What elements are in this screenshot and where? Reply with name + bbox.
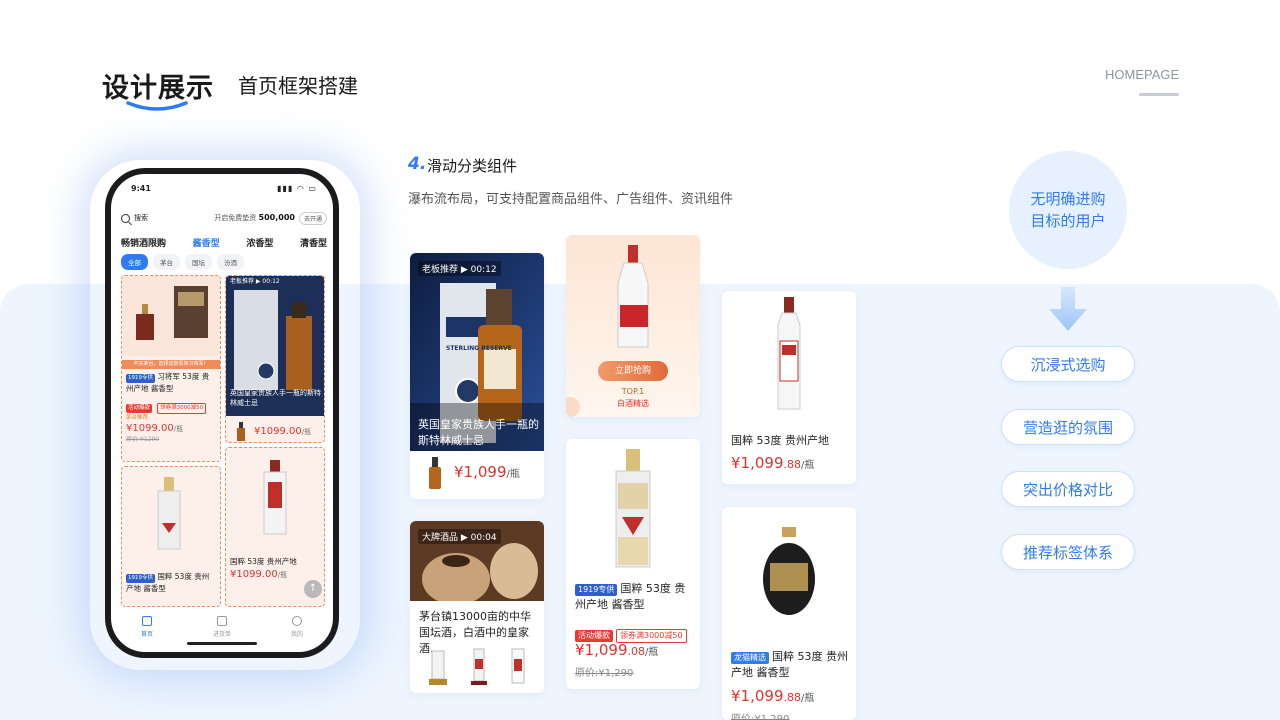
tabbar-mine[interactable]: 我的 (291, 616, 303, 652)
product-recommend: 茅台推荐 (126, 415, 149, 421)
product-card-video[interactable]: 老板推荐 ▶ 00:12 英国皇家贵族人手一瓶的斯特林威士忌 ¥1099.00/… (225, 275, 325, 443)
video-card-whisky[interactable]: 老板推荐 ▶ 00:12 STERLING RESERVE 英国皇家贵族人手一瓶… (410, 253, 544, 499)
product-name: 龙猫精选 国粹 53度 贵州产地 酱香型 (731, 650, 848, 679)
product-promos: 活动爆款 领券满3000减50 (575, 623, 690, 643)
bottle-thumb (429, 457, 441, 489)
rank-category: 白酒精选 (617, 399, 649, 408)
promo-text: 开启免费垫资 500,000 (214, 213, 295, 222)
product-orig-price: 原价:¥1290 (126, 436, 160, 443)
status-icons: ▮▮▮ ◠ ▭ (277, 184, 317, 193)
flow-item-tag-system: 推荐标签体系 (1001, 534, 1135, 570)
user-icon (291, 616, 302, 626)
flow-item-immersive: 沉浸式选购 (1001, 346, 1135, 382)
bottom-tabbar: 首页 进货单 我的 (111, 610, 333, 652)
search-row: 搜索 开启免费垫资 500,000 去开通 (121, 210, 327, 226)
product-name: 1919专供 习将军 53度 贵州产地 酱香型 (126, 372, 210, 393)
video-tag: 老板推荐 ▶ 00:12 (418, 261, 501, 276)
phone-mockup: 9:41 ▮▮▮ ◠ ▭ 搜索 开启免费垫资 500,000 去开通 畅销酒限购… (105, 168, 339, 658)
decor-circle (566, 397, 580, 417)
page: 设计展示 首页框架搭建 HOMEPAGE 9:41 ▮▮▮ ◠ ▭ 搜索 开启免… (0, 0, 1280, 720)
search-input[interactable]: 搜索 (134, 213, 148, 223)
tab-qingxiang[interactable]: 清香型 (300, 236, 327, 249)
product-banner: 不买茅台，选择这款贵族习将军！ (122, 360, 220, 369)
product-image (122, 467, 220, 567)
product-orig-price: 原价:¥1,290 (575, 668, 634, 679)
homepage-label: HOMEPAGE (1105, 67, 1180, 82)
brand-label: STERLING RESERVE (446, 345, 512, 352)
promo-open-button[interactable]: 去开通 (298, 211, 327, 225)
video-tag: 老板推荐 ▶ 00:12 (230, 278, 280, 285)
video-caption: 英国皇家贵族人手一瓶的斯特林威士忌 (230, 389, 321, 407)
product-card[interactable]: 国粹 53度 贵州产地 ¥1099.00/瓶 ↑ (225, 447, 325, 607)
sub-tabs: 全部 茅台 国坛 汾酒 (121, 254, 244, 270)
tabbar-cart[interactable]: 进货单 (213, 616, 231, 652)
product-card[interactable]: 不买茅台，选择这款贵族习将军！ 1919专供 习将军 53度 贵州产地 酱香型 … (121, 275, 221, 462)
subtab-guotan[interactable]: 国坛 (185, 254, 212, 270)
arrow-down-icon (1049, 287, 1087, 331)
product-card-guotan[interactable]: 龙猫精选 国粹 53度 贵州产地 酱香型 ¥1,099.88/瓶 原价:¥1,29… (722, 507, 856, 720)
phone-screen: 9:41 ▮▮▮ ◠ ▭ 搜索 开启免费垫资 500,000 去开通 畅销酒限购… (111, 174, 333, 652)
product-name: 国粹 53度 贵州产地 (731, 434, 829, 447)
subtab-fenjiu[interactable]: 汾酒 (217, 254, 244, 270)
product-image (226, 448, 324, 552)
product-grid: 不买茅台，选择这款贵族习将军！ 1919专供 习将军 53度 贵州产地 酱香型 … (121, 275, 327, 607)
product-promos: 活动爆款 领券满3000减50 (126, 394, 216, 414)
ad-card[interactable]: 立即抢购 TOP.1 白酒精选 (566, 235, 700, 417)
category-tabs: 畅销酒限购 酱香型 浓香型 清香型 (121, 236, 327, 249)
flow-item-atmosphere: 营造逛的氛围 (1001, 409, 1135, 445)
product-image (122, 276, 220, 356)
product-image (763, 527, 815, 615)
product-image (777, 297, 801, 410)
buy-now-button[interactable]: 立即抢购 (598, 361, 668, 381)
product-orig-price: 原价:¥1,290 (731, 714, 790, 720)
section-description: 瀑布流布局，可支持配置商品组件、广告组件、资讯组件 (408, 192, 734, 207)
home-indicator (187, 642, 257, 645)
product-card[interactable]: 1919专供 国粹 53度 贵州产地 酱香型 (121, 466, 221, 607)
video-card-guotan[interactable]: 大牌酒品 ▶ 00:04 茅台镇13000亩的中华国坛酒，白酒中的皇家酒... (410, 521, 544, 693)
subtab-maotai[interactable]: 茅台 (153, 254, 180, 270)
flow-item-price-compare: 突出价格对比 (1001, 471, 1135, 507)
rank-label: TOP.1 (621, 387, 645, 396)
product-price: ¥1,099.08/瓶 (575, 641, 659, 659)
product-image (615, 449, 651, 568)
card-price: ¥1,099/瓶 (454, 463, 520, 481)
tab-nongxiang[interactable]: 浓香型 (246, 236, 273, 249)
section-title: 滑动分类组件 (427, 157, 518, 175)
ad-bottle-image (566, 245, 649, 417)
back-to-top-icon[interactable]: ↑ (304, 580, 322, 598)
homepage-divider (1139, 93, 1179, 96)
bottle-thumb (237, 422, 245, 441)
home-icon (141, 616, 152, 626)
title-underline (126, 101, 188, 111)
product-name: 1919专供 国粹 53度 贵州产地 酱香型 (126, 572, 210, 593)
product-price: ¥1,099.88/瓶 (731, 687, 815, 705)
subtab-all[interactable]: 全部 (121, 254, 148, 270)
product-thumbs (429, 648, 525, 685)
tab-jiangxiang[interactable]: 酱香型 (193, 236, 220, 249)
product-card-guocui-2[interactable]: 国粹 53度 贵州产地 ¥1,099.88/瓶 (722, 291, 856, 484)
status-time: 9:41 (131, 184, 151, 193)
tabbar-home[interactable]: 首页 (141, 616, 153, 652)
product-card-guocui[interactable]: 1919专供 国粹 53度 贵州产地 酱香型 活动爆款 领券满3000减50 ¥1,… (566, 439, 700, 689)
product-price: ¥1099.00/瓶 (126, 423, 184, 434)
video-tag: 大牌酒品 ▶ 00:04 (418, 529, 501, 544)
search-icon[interactable] (121, 213, 130, 223)
product-name: 国粹 53度 贵州产地 (230, 557, 297, 566)
page-subtitle: 首页框架搭建 (238, 74, 358, 98)
cart-icon (216, 616, 227, 626)
section-number: 4. (408, 154, 427, 174)
target-user-circle: 无明确进购 目标的用户 (1009, 151, 1127, 269)
product-name: 1919专供 国粹 53度 贵州产地 酱香型 (575, 582, 686, 611)
video-caption: 英国皇家贵族人手一瓶的斯特林威士忌 (418, 418, 539, 447)
product-price: ¥1,099.88/瓶 (731, 454, 815, 472)
tab-bestseller[interactable]: 畅销酒限购 (121, 236, 166, 249)
